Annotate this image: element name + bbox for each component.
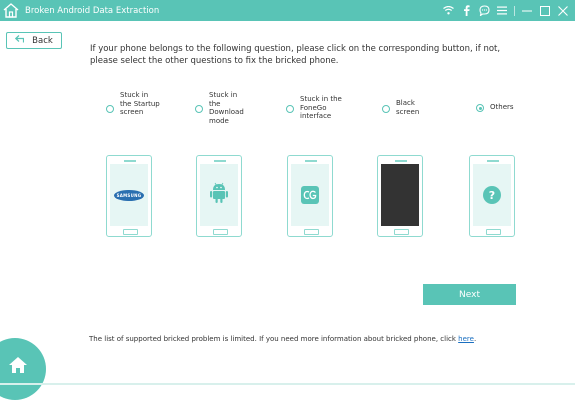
instructions-text: If your phone belongs to the following q…	[90, 44, 501, 66]
next-button[interactable]: Next	[423, 284, 516, 305]
phone-screen: ?	[473, 164, 511, 226]
restore-icon[interactable]	[539, 5, 551, 17]
option-startup-label: Stuck in the Startup screen	[120, 91, 160, 116]
option-download-label: Stuck in the Download mode	[209, 91, 244, 125]
phone-home-button	[486, 229, 501, 235]
option-others-label: Others	[490, 103, 514, 111]
facebook-icon[interactable]	[460, 5, 472, 17]
phone-black-screen[interactable]	[377, 155, 423, 237]
phone-speaker	[305, 160, 317, 162]
radio-black-screen[interactable]	[382, 105, 390, 113]
question-icon: ?	[483, 186, 501, 204]
here-link[interactable]: here	[458, 335, 474, 343]
phone-home-button	[123, 229, 138, 235]
option-black-label: Black screen	[396, 99, 420, 116]
phone-startup-screen[interactable]: SAMSUNG	[106, 155, 152, 237]
menu-icon[interactable]	[496, 5, 508, 17]
close-icon[interactable]	[557, 5, 569, 17]
phone-others[interactable]: ?	[469, 155, 515, 237]
phone-home-button	[304, 229, 319, 235]
option-startup-screen[interactable]: Stuck in the Startup screen	[106, 91, 160, 117]
fonego-logo-icon	[301, 186, 319, 204]
phone-speaker	[214, 160, 226, 162]
footnote-end: .	[473, 335, 477, 343]
radio-others[interactable]	[476, 104, 484, 112]
phone-speaker	[487, 160, 499, 162]
chat-icon[interactable]	[478, 5, 490, 17]
phone-speaker	[124, 160, 136, 162]
phone-home-button	[394, 229, 409, 235]
android-icon	[209, 182, 229, 208]
phone-screen	[200, 164, 238, 226]
phone-screen	[291, 164, 329, 226]
phone-speaker	[395, 160, 407, 162]
option-download-mode[interactable]: Stuck in the Download mode	[195, 91, 249, 125]
window-controls	[442, 0, 569, 21]
samsung-logo: SAMSUNG	[114, 189, 144, 201]
option-fonego-label: Stuck in the FoneGo interface	[300, 95, 342, 120]
back-label: Back	[32, 35, 53, 46]
app-title: Broken Android Data Extraction	[25, 5, 160, 16]
phone-screen: SAMSUNG	[110, 164, 148, 226]
radio-fonego-interface[interactable]	[286, 105, 294, 113]
footnote: The list of supported bricked problem is…	[89, 335, 476, 343]
option-black-screen[interactable]: Black screen	[382, 99, 426, 116]
radio-download-mode[interactable]	[195, 105, 203, 113]
phone-download-mode[interactable]	[196, 155, 242, 237]
option-fonego-interface[interactable]: Stuck in the FoneGo interface	[286, 95, 346, 121]
phone-screen	[381, 164, 419, 226]
back-arrow-icon	[15, 35, 25, 46]
samsung-logo-text: SAMSUNG	[116, 192, 142, 198]
controls-divider	[514, 5, 515, 16]
wifi-icon[interactable]	[442, 5, 454, 17]
phone-fonego-interface[interactable]	[287, 155, 333, 237]
radio-startup-screen[interactable]	[106, 105, 114, 113]
option-others[interactable]: Others	[476, 103, 520, 112]
back-button[interactable]: Back	[6, 32, 62, 49]
home-icon[interactable]	[8, 356, 28, 374]
title-bar: Broken Android Data Extraction	[0, 0, 575, 21]
question-symbol: ?	[488, 188, 496, 202]
minimize-icon[interactable]	[521, 5, 533, 17]
footnote-text: The list of supported bricked problem is…	[89, 335, 459, 343]
phone-home-button	[213, 229, 228, 235]
home-icon[interactable]	[0, 0, 21, 21]
